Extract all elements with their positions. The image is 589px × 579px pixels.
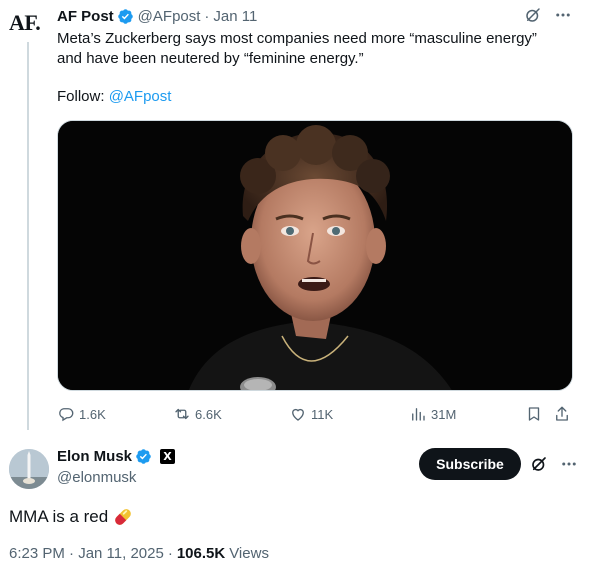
rocket-launch-image	[9, 449, 49, 489]
grok-icon[interactable]	[523, 5, 543, 25]
reply-name-row: Elon Musk X	[57, 448, 176, 465]
repost-action[interactable]: 6.6K	[173, 402, 222, 426]
parent-post[interactable]: AF. AF Post @AFpost · Jan 11 Meta’s Zuck…	[0, 0, 589, 440]
post-views-count: 106.5K	[176, 545, 226, 562]
bookmark-icon	[528, 407, 540, 421]
reply-display-name[interactable]: Elon Musk	[57, 448, 132, 465]
x-affiliate-badge-icon[interactable]: X	[160, 449, 176, 464]
reply-post-header: Elon Musk X @elonmusk Subscribe	[0, 440, 589, 500]
avatar[interactable]	[9, 449, 49, 489]
verified-badge-icon	[136, 449, 151, 464]
like-icon	[292, 408, 304, 421]
share-icon	[556, 406, 568, 421]
thread-connector-line	[27, 42, 29, 430]
post-views-label: Views	[229, 545, 269, 562]
reply-post-text: MMA is a red	[9, 505, 134, 529]
post-timestamp[interactable]: 6:23 PM · Jan 11, 2025	[9, 545, 164, 562]
like-action[interactable]: 11K	[289, 402, 333, 426]
more-icon[interactable]	[553, 5, 573, 25]
follow-label: Follow:	[57, 88, 105, 105]
reply-action[interactable]: 1.6K	[57, 402, 106, 426]
more-icon[interactable]	[559, 454, 579, 474]
follow-line: Follow: @AFpost	[57, 87, 171, 107]
parent-text-line-1: Meta’s Zuckerberg says most companies ne…	[57, 30, 537, 47]
parent-post-top-icons	[523, 5, 573, 25]
parent-action-bar: 1.6K 6.6K 11K 31M	[57, 402, 573, 426]
follow-handle-link[interactable]: @AFpost	[109, 88, 172, 105]
meta-separator: ·	[167, 545, 173, 562]
parent-handle[interactable]: @AFpost	[138, 8, 201, 25]
reply-icon	[59, 408, 74, 422]
grok-icon[interactable]	[529, 454, 549, 474]
share-action[interactable]	[553, 402, 571, 426]
reply-handle[interactable]: @elonmusk	[57, 469, 136, 486]
header-separator: ·	[204, 7, 210, 25]
af-post-avatar[interactable]: AF.	[9, 10, 41, 36]
portrait-photo	[58, 121, 572, 390]
views-action[interactable]: 31M	[409, 402, 456, 426]
views-count: 31M	[431, 406, 457, 422]
like-count: 11K	[311, 406, 334, 422]
post-photo[interactable]	[57, 120, 573, 391]
repost-icon	[175, 408, 189, 420]
parent-text-line-2: and have been neutered by “feminine ener…	[57, 50, 364, 67]
parent-timestamp[interactable]: Jan 11	[213, 8, 257, 25]
post-meta-row: 6:23 PM · Jan 11, 2025 · 106.5K Views	[9, 545, 269, 562]
reply-count: 1.6K	[79, 406, 106, 422]
parent-post-text: Meta’s Zuckerberg says most companies ne…	[57, 29, 567, 69]
parent-display-name[interactable]: AF Post	[57, 8, 114, 25]
reply-top-icons	[529, 454, 579, 474]
parent-post-header: AF Post @AFpost · Jan 11	[57, 6, 257, 26]
verified-badge-icon	[117, 8, 133, 24]
subscribe-button[interactable]: Subscribe	[419, 448, 521, 480]
pill-emoji-icon	[115, 509, 132, 525]
repost-count: 6.6K	[195, 406, 222, 422]
reply-text: MMA is a red	[9, 507, 109, 526]
bookmark-action[interactable]	[525, 402, 543, 426]
views-icon	[412, 408, 425, 421]
